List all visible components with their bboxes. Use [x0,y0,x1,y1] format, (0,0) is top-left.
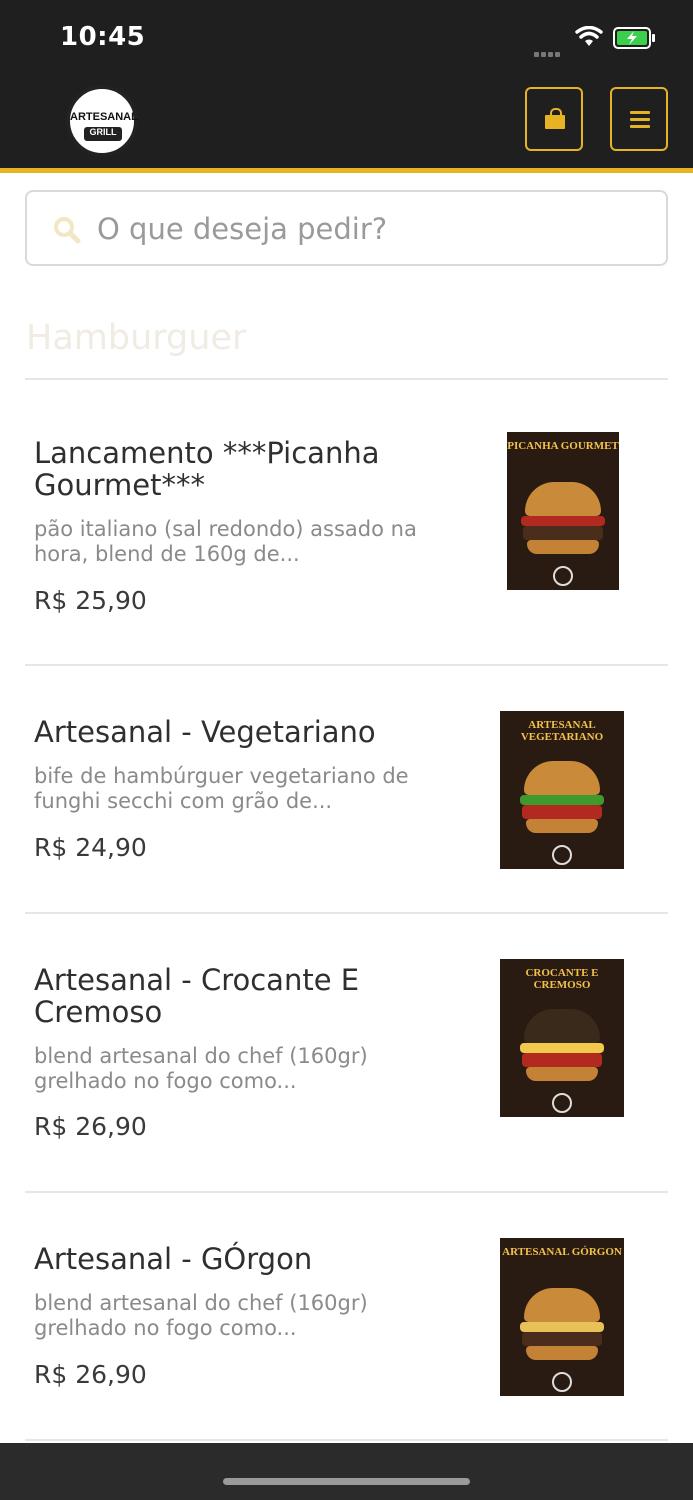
bottom-bar [0,1443,693,1500]
cart-button[interactable] [525,87,583,151]
item-image-label: PICANHA GOURMET [507,440,619,452]
battery-icon [613,27,657,53]
item-image-label: CROCANTE E CREMOSO [525,967,599,991]
menu-item[interactable]: Artesanal - Vegetariano bife de hambúrgu… [25,666,668,912]
item-price: R$ 26,90 [34,1112,147,1141]
divider [25,1439,668,1441]
menu-button[interactable] [610,87,668,151]
item-description: bife de hambúrguer vegetariano de funghi… [34,764,409,813]
item-price: R$ 25,90 [34,586,147,615]
item-price: R$ 24,90 [34,833,147,862]
wifi-icon [575,25,603,52]
search-placeholder: O que deseja pedir? [97,212,388,246]
item-image-label: ARTESANAL GÓRGON [502,1246,622,1258]
home-indicator[interactable] [223,1478,470,1485]
item-name: Lancamento ***Picanha Gourmet*** [34,436,380,502]
item-name: Artesanal - GÓrgon [34,1242,313,1276]
brand-logo[interactable]: ARTESANAL GRILL [66,85,138,157]
status-bar: 10:45 [0,0,693,70]
menu-item[interactable]: Lancamento ***Picanha Gourmet*** pão ita… [25,380,668,665]
item-description: blend artesanal do chef (160gr) grelhado… [34,1291,368,1340]
logo-text-grill: GRILL [84,127,122,141]
item-description: pão italiano (sal redondo) assado na hor… [34,517,417,566]
status-time: 10:45 [60,22,146,52]
search-icon [53,216,81,248]
item-description: blend artesanal do chef (160gr) grelhado… [34,1044,368,1093]
logo-text-artesanal: ARTESANAL [70,111,138,123]
section-title: Hamburguer [26,318,247,358]
item-price: R$ 26,90 [34,1360,147,1389]
app-header: ARTESANAL GRILL [0,70,693,173]
search-input[interactable]: O que deseja pedir? [25,190,668,266]
item-image: PICANHA GOURMET [507,432,619,590]
cellular-signal-icon [534,42,568,57]
item-image: CROCANTE E CREMOSO [500,959,624,1117]
item-image: ARTESANAL GÓRGON [500,1238,624,1396]
item-image: ARTESANAL VEGETARIANO [500,711,624,869]
menu-item[interactable]: Artesanal - Crocante E Cremoso blend art… [25,914,668,1192]
item-name: Artesanal - Vegetariano [34,715,376,749]
shopping-bag-icon [545,108,565,129]
item-name: Artesanal - Crocante E Cremoso [34,963,360,1029]
item-image-label: ARTESANAL VEGETARIANO [520,719,604,743]
menu-item[interactable]: Artesanal - GÓrgon blend artesanal do ch… [25,1193,668,1439]
